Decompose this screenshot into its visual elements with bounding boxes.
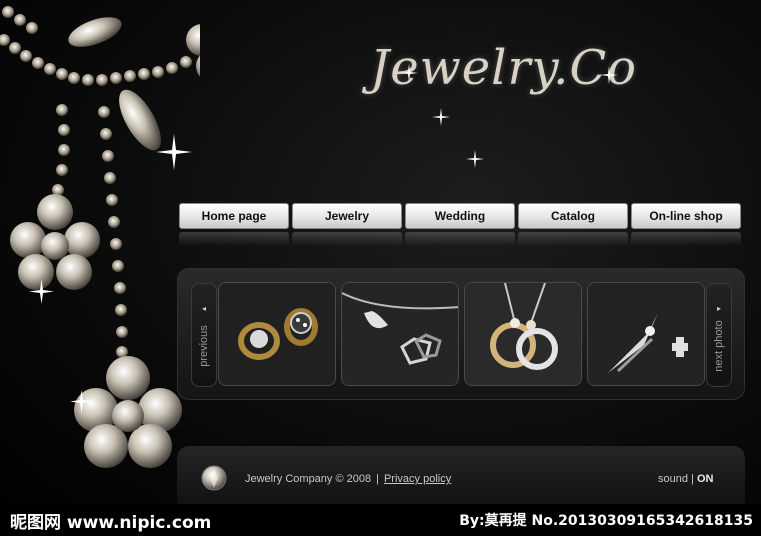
main-nav: Home page Jewelry Wedding Catalog On-lin… xyxy=(179,203,741,229)
sparkle-icon xyxy=(466,150,484,168)
gallery-thumb-pendants[interactable] xyxy=(341,282,459,386)
page: Jewelry.Co Home page Jewelry Wedding Cat… xyxy=(0,0,761,536)
nav-online-shop[interactable]: On-line shop xyxy=(631,203,741,229)
previous-label: previous xyxy=(198,325,210,367)
privacy-policy-link[interactable]: Privacy policy xyxy=(384,473,451,485)
diamond-necklace-art xyxy=(0,6,200,468)
arrow-right-icon: ▸ xyxy=(716,304,721,313)
gallery-thumb-rings[interactable] xyxy=(218,282,336,386)
sparkle-icon xyxy=(600,66,618,84)
watermark-right: By:莫再提 No.20130309165342618135 xyxy=(459,513,753,529)
sparkle-icon xyxy=(432,108,450,126)
next-photo-label: next photo xyxy=(713,320,725,372)
gallery-thumb-necklace[interactable] xyxy=(464,282,582,386)
gem-icon xyxy=(201,465,227,491)
nav-reflection xyxy=(179,232,741,246)
nav-home-page[interactable]: Home page xyxy=(179,203,289,229)
arrow-left-icon: ◂ xyxy=(201,304,206,313)
next-photo-button[interactable]: ▸ next photo xyxy=(706,283,732,387)
nav-wedding[interactable]: Wedding xyxy=(405,203,515,229)
nav-jewelry[interactable]: Jewelry xyxy=(292,203,402,229)
watermark-left: 昵图网 www.nipic.com xyxy=(10,513,212,533)
gallery-thumb-earrings[interactable] xyxy=(587,282,705,386)
sound-separator: | xyxy=(691,473,694,485)
sound-toggle[interactable]: sound | ON xyxy=(658,473,713,485)
footer-separator: | xyxy=(376,473,379,485)
copyright-text: Jewelry Company © 2008 xyxy=(245,473,372,485)
previous-button[interactable]: ◂ previous xyxy=(191,283,217,387)
sound-on-state[interactable]: ON xyxy=(697,473,714,485)
sound-label: sound xyxy=(658,473,688,485)
nav-catalog[interactable]: Catalog xyxy=(518,203,628,229)
copyright-line: Jewelry Company © 2008 | Privacy policy xyxy=(245,473,451,485)
sparkle-icon xyxy=(400,64,418,82)
